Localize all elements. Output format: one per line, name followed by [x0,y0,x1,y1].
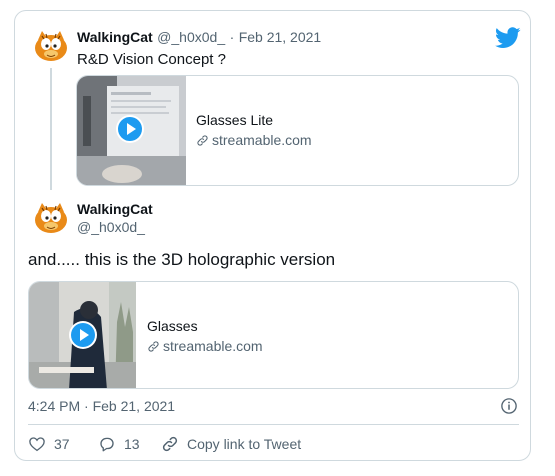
display-name[interactable]: WalkingCat [77,29,153,45]
play-button[interactable] [116,115,144,143]
copy-link-action[interactable]: Copy link to Tweet [161,435,301,453]
tweet-header: WalkingCat @_h0x0d_ · Feb 21, 2021 [77,29,321,47]
link-icon [162,436,178,452]
link-card-domain: streamable.com [163,338,263,354]
reply-action[interactable]: 13 [98,435,140,453]
reply-count: 13 [124,436,140,452]
tweet-timestamp[interactable]: 4:24 PM · Feb 21, 2021 [28,398,175,414]
handle[interactable]: @_h0x0d_ [77,219,145,235]
tweet-text: and..... this is the 3D holographic vers… [28,250,336,269]
avatar[interactable] [32,26,70,64]
embedded-tweet-card: WalkingCat @_h0x0d_ · Feb 21, 2021 R&D V… [14,10,531,461]
heart-icon [29,437,45,452]
handle[interactable]: @_h0x0d_ [157,29,225,45]
separator: · [229,29,235,45]
video-thumbnail[interactable] [29,282,136,388]
link-icon [197,134,208,146]
tweet-date[interactable]: Feb 21, 2021 [239,29,322,45]
display-name[interactable]: WalkingCat [77,201,153,217]
link-icon [148,340,159,352]
link-card-title: Glasses [147,318,198,334]
garfield-avatar-image [32,198,70,236]
play-button[interactable] [69,321,97,349]
link-card-title: Glasses Lite [196,112,274,128]
thread-line [50,68,52,190]
like-action[interactable]: 37 [28,435,70,453]
reply-icon [100,437,114,452]
link-card-glasses[interactable]: Glasses streamable.com [28,281,519,389]
link-card-domain: streamable.com [212,132,312,148]
tweet-text: R&D Vision Concept ? [77,51,226,68]
divider [28,424,519,425]
link-card-glasses-lite[interactable]: Glasses Lite streamable.com [76,75,519,186]
like-count: 37 [54,436,70,452]
video-thumbnail[interactable] [77,76,186,185]
info-icon[interactable] [500,397,518,415]
play-icon [118,117,142,141]
link-card-domain-row: streamable.com [196,132,312,148]
garfield-avatar-image [32,26,70,64]
twitter-bird-icon[interactable] [495,27,521,49]
avatar[interactable] [32,198,70,236]
copy-link-label: Copy link to Tweet [187,436,302,452]
link-card-domain-row: streamable.com [147,338,263,354]
play-icon [71,323,95,347]
